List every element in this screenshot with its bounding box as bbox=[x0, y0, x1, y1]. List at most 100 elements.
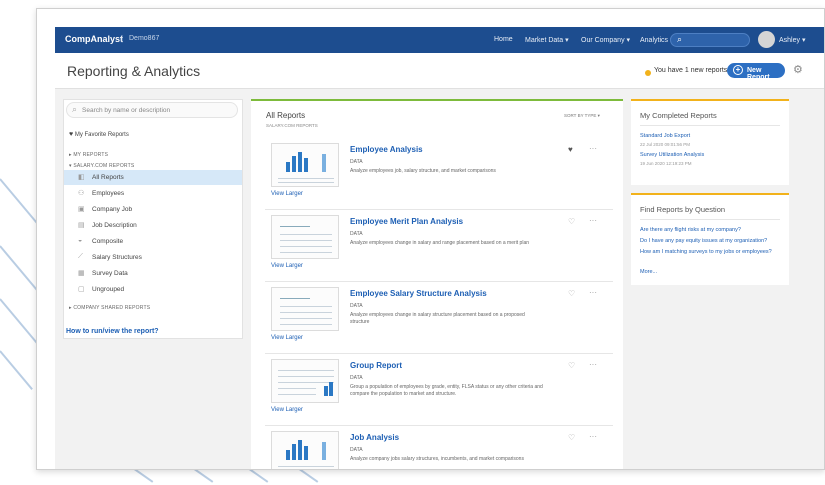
more-options-icon[interactable]: ··· bbox=[589, 288, 597, 297]
more-options-icon[interactable]: ··· bbox=[589, 144, 597, 153]
sidebar-item-survey-data[interactable]: ▦ Survey Data bbox=[64, 266, 242, 281]
question-link[interactable]: Are there any flight risks at my company… bbox=[640, 227, 785, 234]
gear-icon[interactable]: ⚙ bbox=[793, 63, 803, 76]
favorite-heart-icon[interactable]: ♡ bbox=[568, 361, 575, 370]
sidebar-item-company-job[interactable]: ▣ Company Job bbox=[64, 202, 242, 217]
report-card[interactable]: View Larger Employee Analysis DATA Analy… bbox=[259, 137, 615, 209]
report-name[interactable]: Group Report bbox=[350, 361, 402, 370]
nav-home[interactable]: Home bbox=[494, 36, 513, 43]
sidebar: ⌕ Search by name or description ♥ My Fav… bbox=[63, 99, 243, 339]
favorite-heart-icon[interactable]: ♥ bbox=[568, 145, 573, 154]
report-card[interactable]: Job Analysis DATA Analyze company jobs s… bbox=[259, 425, 615, 469]
document-icon: ▤ bbox=[78, 222, 85, 229]
user-avatar-icon[interactable] bbox=[758, 31, 775, 48]
sidebar-item-all-reports[interactable]: ◧ All Reports bbox=[64, 170, 242, 185]
report-type: DATA bbox=[350, 303, 363, 309]
completed-reports-panel: My Completed Reports Standard Job Export… bbox=[631, 99, 789, 185]
report-thumbnail[interactable] bbox=[271, 359, 339, 403]
report-thumbnail[interactable] bbox=[271, 431, 339, 469]
report-name[interactable]: Employee Analysis bbox=[350, 145, 423, 154]
sidebar-item-composite[interactable]: ◒ Composite bbox=[64, 234, 242, 249]
sidebar-item-label: Ungrouped bbox=[92, 286, 125, 293]
divider bbox=[265, 209, 613, 210]
sort-dropdown[interactable]: SORT BY TYPE ▾ bbox=[564, 113, 600, 119]
question-link[interactable]: How am I matching surveys to my jobs or … bbox=[640, 249, 785, 256]
find-by-question-panel: Find Reports by Question Are there any f… bbox=[631, 193, 789, 285]
nav-market-data[interactable]: Market Data ▾ bbox=[525, 36, 569, 44]
sidebar-item-label: Salary Structures bbox=[92, 254, 142, 261]
report-name[interactable]: Employee Salary Structure Analysis bbox=[350, 289, 487, 298]
favorite-heart-icon[interactable]: ♡ bbox=[568, 433, 575, 442]
notification-dot-icon bbox=[645, 70, 651, 76]
report-type: DATA bbox=[350, 447, 363, 453]
global-search[interactable]: ⌕ bbox=[670, 33, 750, 47]
company-shared-label: COMPANY SHARED REPORTS bbox=[73, 305, 151, 311]
report-search-input[interactable]: ⌕ Search by name or description bbox=[66, 102, 238, 118]
view-larger-link[interactable]: View Larger bbox=[271, 263, 303, 269]
all-reports-panel: All Reports SALARY.COM REPORTS SORT BY T… bbox=[251, 99, 623, 469]
sidebar-item-label: Composite bbox=[92, 238, 124, 245]
page-title: Reporting & Analytics bbox=[67, 63, 201, 79]
decorative-stripe bbox=[0, 298, 40, 346]
more-questions-link[interactable]: More... bbox=[640, 269, 785, 276]
panel-title: My Completed Reports bbox=[640, 111, 717, 120]
favorite-heart-icon[interactable]: ♡ bbox=[568, 289, 575, 298]
question-link[interactable]: Do I have any pay equity issues at my or… bbox=[640, 238, 785, 245]
favorites-label: My Favorite Reports bbox=[74, 132, 129, 138]
favorite-heart-icon[interactable]: ♡ bbox=[568, 217, 575, 226]
company-shared-group[interactable]: ▸ COMPANY SHARED REPORTS bbox=[69, 305, 150, 311]
divider bbox=[640, 219, 780, 220]
report-card[interactable]: View Larger Group Report DATA Group a po… bbox=[259, 353, 615, 425]
view-larger-link[interactable]: View Larger bbox=[271, 407, 303, 413]
salary-reports-group[interactable]: ▾ SALARY.COM REPORTS bbox=[69, 163, 134, 169]
report-description: Analyze company jobs salary structures, … bbox=[350, 456, 524, 462]
search-placeholder: Search by name or description bbox=[82, 107, 171, 114]
new-report-label: New Report bbox=[747, 67, 770, 81]
report-card[interactable]: View Larger Employee Salary Structure An… bbox=[259, 281, 615, 353]
new-reports-notification[interactable]: You have 1 new reports bbox=[654, 67, 727, 74]
briefcase-icon: ▣ bbox=[78, 206, 85, 213]
report-thumbnail[interactable] bbox=[271, 287, 339, 331]
new-report-button[interactable]: + New Report bbox=[727, 63, 785, 81]
structure-icon: ⟋ bbox=[78, 253, 83, 260]
favorites-link[interactable]: ♥ My Favorite Reports bbox=[69, 131, 129, 138]
my-reports-label: MY REPORTS bbox=[73, 152, 109, 158]
report-type: DATA bbox=[350, 375, 363, 381]
decorative-stripe bbox=[0, 350, 33, 390]
people-icon: ⚇ bbox=[78, 190, 85, 197]
report-name[interactable]: Employee Merit Plan Analysis bbox=[350, 217, 463, 226]
more-options-icon[interactable]: ··· bbox=[589, 216, 597, 225]
completed-report-link[interactable]: Survey Utilization Analysis bbox=[640, 152, 785, 159]
view-larger-link[interactable]: View Larger bbox=[271, 335, 303, 341]
my-reports-group[interactable]: ▸ MY REPORTS bbox=[69, 152, 108, 158]
report-card[interactable]: View Larger Employee Merit Plan Analysis… bbox=[259, 209, 615, 281]
panel-subtitle: SALARY.COM REPORTS bbox=[266, 123, 318, 128]
sidebar-item-label: Employees bbox=[92, 190, 125, 197]
user-menu[interactable]: Ashley ▾ bbox=[779, 36, 805, 44]
brand-logo[interactable]: CompAnalyst bbox=[65, 34, 123, 44]
top-navigation-bar: CompAnalyst | Demo867 Home Market Data ▾… bbox=[55, 27, 824, 53]
panel-title: All Reports bbox=[266, 111, 306, 120]
completed-report-date: 22 Jul 2020 09:01:56 PM bbox=[640, 142, 691, 147]
help-link[interactable]: How to run/view the report? bbox=[66, 328, 159, 335]
more-options-icon[interactable]: ··· bbox=[589, 432, 597, 441]
more-options-icon[interactable]: ··· bbox=[589, 360, 597, 369]
screenshot-page: CompAnalyst | Demo867 Home Market Data ▾… bbox=[0, 0, 825, 485]
nav-analytics[interactable]: Analytics ▾ bbox=[640, 36, 673, 44]
folder-icon: ▢ bbox=[78, 286, 85, 293]
sidebar-item-label: Job Description bbox=[92, 222, 137, 229]
sidebar-item-job-description[interactable]: ▤ Job Description bbox=[64, 218, 242, 233]
report-thumbnail[interactable] bbox=[271, 143, 339, 187]
nav-our-company[interactable]: Our Company ▾ bbox=[581, 36, 630, 44]
sidebar-item-salary-structures[interactable]: ⟋ Salary Structures bbox=[64, 250, 242, 265]
panel-title: Find Reports by Question bbox=[640, 205, 726, 214]
report-name[interactable]: Job Analysis bbox=[350, 433, 399, 442]
report-thumbnail[interactable] bbox=[271, 215, 339, 259]
completed-report-link[interactable]: Standard Job Export bbox=[640, 133, 785, 140]
sidebar-item-ungrouped[interactable]: ▢ Ungrouped bbox=[64, 282, 242, 297]
sidebar-item-employees[interactable]: ⚇ Employees bbox=[64, 186, 242, 201]
divider bbox=[265, 353, 613, 354]
heart-icon: ♥ bbox=[69, 131, 74, 138]
completed-report-date: 19 Jun 2020 12:19:23 PM bbox=[640, 161, 692, 166]
view-larger-link[interactable]: View Larger bbox=[271, 191, 303, 197]
